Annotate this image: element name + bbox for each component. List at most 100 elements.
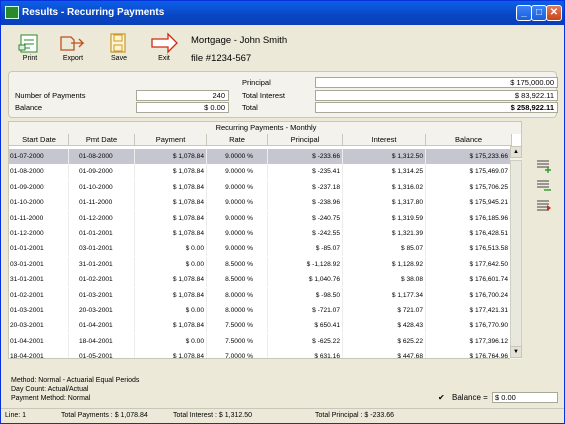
- table-cell: 01-10-2000: [69, 179, 135, 195]
- table-row[interactable]: 01-04-2001 18-04-2001 $ 0.00 7.5000 % $ -625…: [9, 333, 512, 349]
- move-row-icon[interactable]: [536, 199, 552, 213]
- table-cell: 01-08-2000: [69, 149, 135, 164]
- table-cell: $ 1,078.84: [135, 318, 207, 334]
- scroll-down-icon[interactable]: ▼: [510, 346, 522, 358]
- table-cell: 01-11-2000: [69, 195, 135, 211]
- table-cell: $ 0.00: [135, 333, 207, 349]
- save-label: Save: [111, 55, 127, 62]
- table-row[interactable]: 01-01-2001 03-01-2001 $ 0.00 9.0000 % $ -85.…: [9, 241, 512, 257]
- table-cell: 7.0000 %: [207, 349, 268, 358]
- exit-button[interactable]: Exit: [149, 31, 179, 62]
- maximize-button[interactable]: □: [531, 5, 547, 21]
- status-total-payments: Total Payments : $ 1,078.84: [61, 412, 148, 419]
- table-row[interactable]: 01-02-2001 01-03-2001 $ 1,078.84 8.0000 % $ …: [9, 287, 512, 303]
- table-cell: $ 177,396.12: [426, 333, 512, 349]
- exit-icon: [149, 31, 179, 55]
- col-interest[interactable]: Interest: [343, 134, 426, 146]
- payments-label: Number of Payments: [15, 91, 86, 100]
- principal-field: $ 175,000.00: [315, 77, 558, 88]
- table-cell: 03-01-2001: [9, 256, 69, 272]
- col-rate[interactable]: Rate: [207, 134, 268, 146]
- balance-checkbox[interactable]: ✔: [438, 393, 445, 402]
- daycount-text: Day Count: Actual/Actual: [11, 386, 89, 393]
- scroll-up-icon[interactable]: ▲: [510, 146, 522, 158]
- table-cell: $ -240.75: [268, 210, 343, 226]
- app-icon: [5, 6, 19, 19]
- col-balance[interactable]: Balance: [426, 134, 512, 146]
- minimize-button[interactable]: _: [516, 5, 532, 21]
- table-row[interactable]: 01-12-2000 01-01-2001 $ 1,078.84 9.0000 % $ …: [9, 226, 512, 241]
- table-cell: $ 1,078.84: [135, 179, 207, 195]
- table-cell: $ 1,078.84: [135, 149, 207, 164]
- total-label: Total: [242, 103, 258, 112]
- table-cell: $ 1,078.84: [135, 164, 207, 180]
- balance-check-field[interactable]: $ 0.00: [492, 392, 558, 403]
- table-row[interactable]: 01-03-2001 20-03-2001 $ 0.00 8.0000 % $ -721…: [9, 303, 512, 318]
- table-cell: $ 650.41: [268, 318, 343, 334]
- grid-header: Start Date Pmt Date Payment Rate Princip…: [9, 134, 512, 146]
- table-cell: $ -235.41: [268, 164, 343, 180]
- table-cell: 9.0000 %: [207, 149, 268, 164]
- table-row[interactable]: 31-01-2001 01-02-2001 $ 1,078.84 8.5000 % $ …: [9, 272, 512, 288]
- table-cell: $ 176,764.96: [426, 349, 512, 358]
- header-file: file #1234-567: [191, 53, 252, 64]
- print-label: Print: [22, 55, 38, 62]
- table-cell: 01-12-2000: [9, 226, 69, 241]
- table-cell: 31-01-2001: [9, 272, 69, 288]
- table-row[interactable]: 01-09-2000 01-10-2000 $ 1,078.84 9.0000 % $ …: [9, 179, 512, 195]
- table-cell: 03-01-2001: [69, 241, 135, 257]
- table-row[interactable]: 01-08-2000 01-09-2000 $ 1,078.84 9.0000 % $ …: [9, 164, 512, 180]
- interest-label: Total Interest: [242, 91, 285, 100]
- col-pmt-date[interactable]: Pmt Date: [69, 134, 135, 146]
- col-payment[interactable]: Payment: [135, 134, 207, 146]
- add-row-icon[interactable]: [536, 159, 552, 173]
- table-row[interactable]: 01-11-2000 01-12-2000 $ 1,078.84 9.0000 % $ …: [9, 210, 512, 226]
- table-cell: 8.0000 %: [207, 287, 268, 303]
- save-icon: [104, 31, 134, 55]
- col-start-date[interactable]: Start Date: [9, 134, 69, 146]
- table-cell: $ 176,185.96: [426, 210, 512, 226]
- export-label: Export: [62, 55, 84, 62]
- save-button[interactable]: Save: [104, 31, 134, 62]
- table-cell: $ 1,314.25: [343, 164, 426, 180]
- remove-row-icon[interactable]: [536, 179, 552, 193]
- table-row[interactable]: 01-10-2000 01-11-2000 $ 1,078.84 9.0000 % $ …: [9, 195, 512, 211]
- table-cell: $ 175,706.25: [426, 179, 512, 195]
- total-field: $ 258,922.11: [315, 102, 558, 113]
- table-cell: 9.0000 %: [207, 195, 268, 211]
- table-row[interactable]: 01-07-2000 01-08-2000 $ 1,078.84 9.0000 % $ …: [9, 149, 512, 164]
- print-button[interactable]: Print: [15, 31, 45, 62]
- table-cell: 8.0000 %: [207, 303, 268, 318]
- principal-label: Principal: [242, 78, 271, 87]
- col-principal[interactable]: Principal: [268, 134, 343, 146]
- table-cell: 01-08-2000: [9, 164, 69, 180]
- table-row[interactable]: 03-01-2001 31-01-2001 $ 0.00 8.5000 % $ -1,1…: [9, 256, 512, 272]
- header-title: Mortgage - John Smith: [191, 35, 288, 46]
- close-button[interactable]: ✕: [546, 5, 562, 21]
- table-cell: 01-09-2000: [9, 179, 69, 195]
- scroll-thumb[interactable]: [510, 160, 522, 350]
- title-bar: Results - Recurring Payments _ □ ✕: [1, 1, 564, 25]
- export-button[interactable]: Export: [58, 31, 88, 62]
- table-cell: $ 1,316.02: [343, 179, 426, 195]
- table-cell: 8.5000 %: [207, 256, 268, 272]
- balance-field: $ 0.00: [136, 102, 229, 113]
- table-cell: $ 38.08: [343, 272, 426, 288]
- table-cell: 9.0000 %: [207, 241, 268, 257]
- table-cell: $ 1,177.34: [343, 287, 426, 303]
- table-cell: 01-03-2001: [69, 287, 135, 303]
- table-cell: $ 1,078.84: [135, 226, 207, 241]
- table-cell: 01-09-2000: [69, 164, 135, 180]
- status-total-principal: Total Principal : $ -233.66: [315, 412, 394, 419]
- table-cell: $ -1,128.92: [268, 256, 343, 272]
- table-cell: $ 85.07: [343, 241, 426, 257]
- table-row[interactable]: 18-04-2001 01-05-2001 $ 1,078.84 7.0000 % $ …: [9, 349, 512, 358]
- grid-scrollbar[interactable]: ▲ ▼: [510, 146, 522, 359]
- table-cell: 7.5000 %: [207, 333, 268, 349]
- table-cell: 18-04-2001: [9, 349, 69, 358]
- table-cell: $ 447.68: [343, 349, 426, 358]
- table-cell: $ 1,078.84: [135, 210, 207, 226]
- table-cell: 01-10-2000: [9, 195, 69, 211]
- payments-field: 240: [136, 90, 229, 101]
- table-row[interactable]: 20-03-2001 01-04-2001 $ 1,078.84 7.5000 % $ …: [9, 318, 512, 334]
